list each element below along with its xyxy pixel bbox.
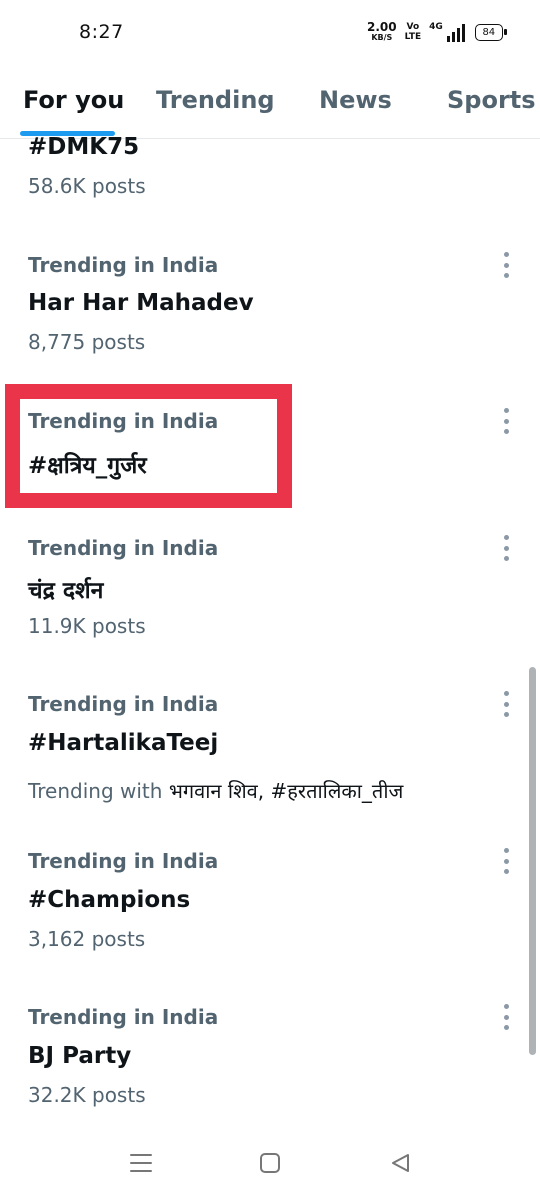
signal-bar — [451, 32, 455, 42]
network-type: 4G — [429, 22, 443, 32]
system-nav-bar — [0, 1128, 540, 1200]
net-speed-value: 2.00 — [367, 20, 397, 34]
menu-icon[interactable] — [126, 1148, 156, 1178]
trend-post-count: 32.2K posts — [28, 1083, 146, 1107]
trend-title: #HartalikaTeej — [28, 730, 219, 756]
tab-trending[interactable]: Trending — [156, 86, 275, 114]
trend-title: #Champions — [28, 887, 191, 913]
volte-icon: Vo LTE — [405, 22, 422, 42]
more-options-icon[interactable] — [497, 848, 515, 874]
highlight-box — [5, 384, 292, 508]
status-bar: 8:27 2.00 KB/S Vo LTE 4G 84 — [0, 0, 540, 68]
trend-related-prefix: Trending with — [28, 779, 163, 803]
status-icons: 2.00 KB/S Vo LTE 4G 84 — [367, 20, 507, 42]
status-time: 8:27 — [79, 21, 124, 43]
trend-related: Trending with भगवान शिव, #हरतालिका_तीज — [28, 777, 403, 804]
tab-news[interactable]: News — [319, 86, 392, 114]
tab-for-you[interactable]: For you — [23, 86, 124, 114]
trend-context: Trending in India — [28, 253, 219, 277]
signal-bar — [446, 36, 450, 42]
trend-context: Trending in India — [28, 1005, 219, 1029]
trend-related-topics: भगवान शिव, #हरतालिका_तीज — [168, 779, 404, 803]
volte-top: Vo — [406, 22, 420, 32]
home-square-icon[interactable] — [255, 1148, 285, 1178]
trend-post-count: 58.6K posts — [28, 174, 146, 198]
trend-title: चंद्र दर्शन — [28, 578, 104, 604]
trend-post-count: 11.9K posts — [28, 614, 146, 638]
more-options-icon[interactable] — [497, 408, 515, 434]
trend-title: Har Har Mahadev — [28, 290, 254, 316]
scrollbar[interactable] — [529, 667, 536, 1055]
net-speed-unit: KB/S — [371, 33, 393, 42]
trend-context: Trending in India — [28, 536, 219, 560]
trend-context: Trending in India — [28, 692, 219, 716]
back-triangle-icon[interactable] — [385, 1148, 415, 1178]
battery-level: 84 — [482, 26, 496, 38]
more-options-icon[interactable] — [497, 535, 515, 561]
more-options-icon[interactable] — [497, 1004, 515, 1030]
net-speed-indicator: 2.00 KB/S — [367, 20, 397, 42]
tab-sports[interactable]: Sports — [447, 86, 536, 114]
trend-context: Trending in India — [28, 849, 219, 873]
trend-title: #DMK75 — [28, 134, 140, 160]
trend-title: BJ Party — [28, 1043, 132, 1069]
volte-bottom: LTE — [404, 32, 422, 42]
trend-post-count: 3,162 posts — [28, 927, 146, 951]
trend-post-count: 8,775 posts — [28, 330, 146, 354]
battery-icon: 84 — [474, 23, 507, 41]
signal-bar — [456, 28, 460, 42]
explore-tabs: For you Trending News Sports — [0, 68, 540, 139]
more-options-icon[interactable] — [497, 691, 515, 717]
signal-icon: 4G — [429, 22, 465, 42]
signal-bar — [461, 24, 465, 42]
more-options-icon[interactable] — [497, 252, 515, 278]
